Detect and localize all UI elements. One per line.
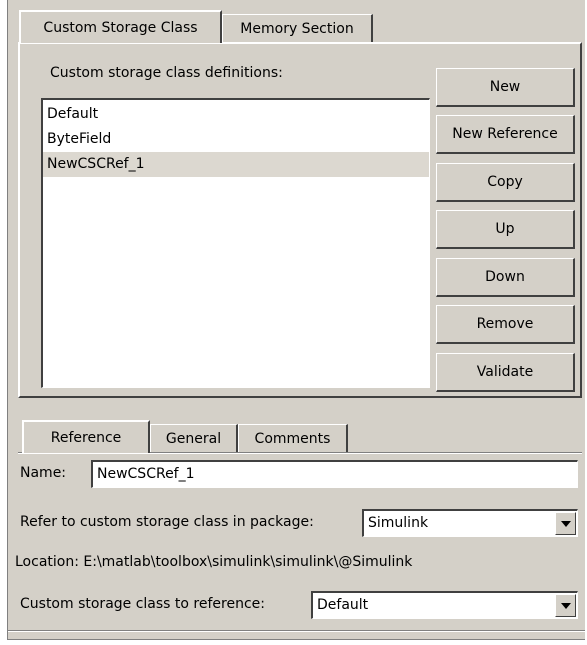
tab-general[interactable]: General xyxy=(150,424,238,453)
tab-reference[interactable]: Reference xyxy=(22,420,150,453)
chevron-down-icon[interactable] xyxy=(555,594,576,617)
reference-label: Custom storage class to reference: xyxy=(20,596,265,612)
new-reference-button[interactable]: New Reference xyxy=(436,115,575,154)
tab-custom-storage-class[interactable]: Custom Storage Class xyxy=(19,10,222,43)
down-button[interactable]: Down xyxy=(436,258,575,297)
name-field[interactable]: NewCSCRef_1 xyxy=(91,460,578,488)
remove-button[interactable]: Remove xyxy=(436,305,575,344)
bottom-separator xyxy=(8,630,585,632)
package-select[interactable]: Simulink xyxy=(362,509,578,537)
tab-comments[interactable]: Comments xyxy=(238,424,348,453)
reference-select-value: Default xyxy=(317,597,369,613)
package-select-value: Simulink xyxy=(368,515,429,531)
location-text: Location: E:\matlab\toolbox\simulink\sim… xyxy=(15,554,413,570)
up-button[interactable]: Up xyxy=(436,210,575,249)
package-label: Refer to custom storage class in package… xyxy=(20,514,314,530)
csc-designer-panel: Custom Storage Class Memory Section Cust… xyxy=(7,0,585,640)
list-item[interactable]: ByteField xyxy=(43,127,429,152)
copy-button[interactable]: Copy xyxy=(436,163,575,202)
name-label: Name: xyxy=(20,465,67,481)
definitions-list[interactable]: Default ByteField NewCSCRef_1 xyxy=(41,98,430,388)
tab-memory-section[interactable]: Memory Section xyxy=(222,14,373,43)
validate-button[interactable]: Validate xyxy=(436,353,575,392)
new-button[interactable]: New xyxy=(436,68,575,107)
reference-select[interactable]: Default xyxy=(311,591,578,619)
chevron-down-icon[interactable] xyxy=(555,512,576,535)
list-item-selected[interactable]: NewCSCRef_1 xyxy=(43,152,429,177)
definitions-label: Custom storage class definitions: xyxy=(50,65,283,81)
list-item[interactable]: Default xyxy=(43,102,429,127)
